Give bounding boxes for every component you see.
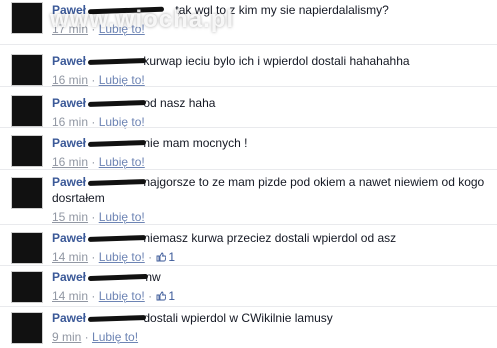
redaction-mark xyxy=(87,57,147,66)
comment-author[interactable]: Paweł xyxy=(52,135,147,151)
comment-meta: 14 min · Lubię to! · 1 xyxy=(52,289,176,303)
redaction-mark xyxy=(87,178,147,187)
comment-author[interactable]: Paweł xyxy=(52,230,147,246)
comment-time[interactable]: 16 min xyxy=(52,155,88,169)
redaction-mark xyxy=(87,99,147,108)
like-link[interactable]: Lubię to! xyxy=(99,250,145,264)
thumbs-up-icon xyxy=(156,291,167,301)
avatar[interactable] xyxy=(11,135,43,167)
redaction-mark xyxy=(87,273,149,282)
comment-item: Paweł kurwap ieciu bylo ich i wpierdol d… xyxy=(0,44,497,87)
comment-meta: 14 min · Lubię to! · 1 xyxy=(52,250,176,264)
like-count[interactable]: 1 xyxy=(155,289,175,303)
comment-item: Paweł najgorsze to ze mam pizde pod okie… xyxy=(0,169,497,225)
comment-item: Paweł od nasz haha 16 min · Lubię to! xyxy=(0,86,497,129)
comment-meta: 16 min · Lubię to! xyxy=(52,155,145,169)
redaction-mark xyxy=(87,234,147,243)
comment-author[interactable]: Paweł xyxy=(52,310,147,326)
comment-text: od nasz haha xyxy=(143,96,216,110)
avatar[interactable] xyxy=(11,54,43,86)
like-link[interactable]: Lubię to! xyxy=(99,73,145,87)
avatar[interactable] xyxy=(11,232,43,264)
comment-author[interactable]: Paweł xyxy=(52,174,147,190)
redaction-mark xyxy=(87,139,147,148)
like-link[interactable]: Lubię to! xyxy=(99,289,145,303)
comment-author[interactable]: Paweł xyxy=(52,269,149,285)
like-link[interactable]: Lubię to! xyxy=(92,330,138,344)
avatar[interactable] xyxy=(11,312,43,344)
comment-time[interactable]: 14 min xyxy=(52,250,88,264)
redaction-mark xyxy=(87,314,147,323)
comment-text: dostali wpierdol w CWikilnie lamusy xyxy=(143,311,333,325)
comment-item: Paweł nw 14 min · Lubię to! · 1 xyxy=(0,265,497,307)
comment-text: kurwap ieciu bylo ich i wpierdol dostali… xyxy=(143,54,410,68)
comment-meta: 9 min · Lubię to! xyxy=(52,330,139,344)
comment-author[interactable]: Paweł xyxy=(52,53,147,69)
comment-time[interactable]: 9 min xyxy=(52,330,81,344)
avatar[interactable] xyxy=(11,177,43,209)
comment-meta: 15 min · Lubię to! xyxy=(52,210,145,224)
like-link[interactable]: Lubię to! xyxy=(99,210,145,224)
avatar[interactable] xyxy=(11,2,43,34)
comment-text: nie mam mocnych ! xyxy=(143,136,248,150)
watermark: www.wiocha.pl xyxy=(50,6,235,33)
comment-item: Paweł niemasz kurwa przeciez dostali wpi… xyxy=(0,224,497,266)
avatar[interactable] xyxy=(11,271,43,303)
comment-time[interactable]: 14 min xyxy=(52,289,88,303)
comment-text: niemasz kurwa przeciez dostali wpierdol … xyxy=(143,231,397,245)
like-link[interactable]: Lubię to! xyxy=(99,155,145,169)
comment-item: Paweł nie mam mocnych ! 16 min · Lubię t… xyxy=(0,127,497,170)
comment-time[interactable]: 15 min xyxy=(52,210,88,224)
avatar[interactable] xyxy=(11,95,43,127)
comment-author[interactable]: Paweł xyxy=(52,95,147,111)
comment-time[interactable]: 16 min xyxy=(52,73,88,87)
comment-item: Paweł dostali wpierdol w CWikilnie lamus… xyxy=(0,306,497,348)
thumbs-up-icon xyxy=(156,252,167,262)
like-count[interactable]: 1 xyxy=(155,250,175,264)
